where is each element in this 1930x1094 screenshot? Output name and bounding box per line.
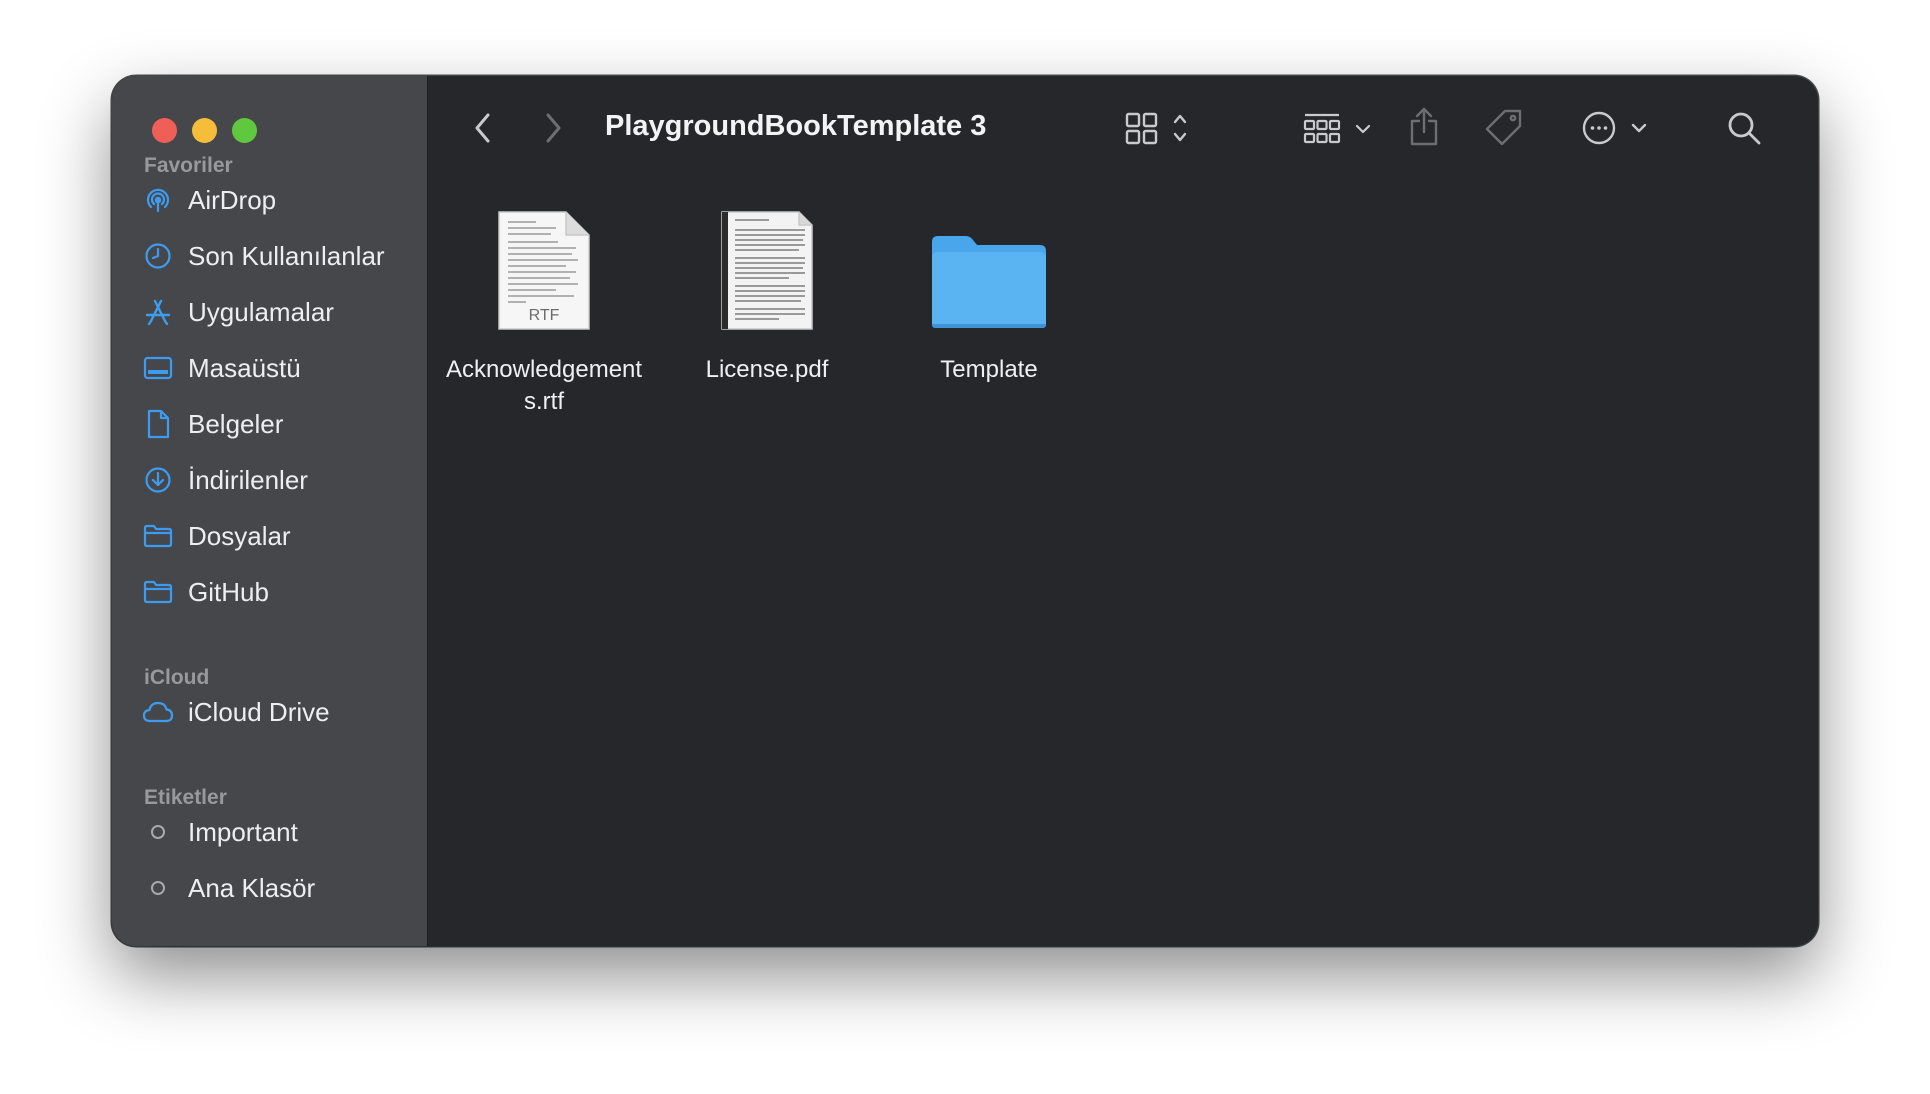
sidebar-item-desktop[interactable]: Masaüstü (142, 346, 422, 390)
toolbar: PlaygroundBookTemplate 3 (428, 76, 1818, 180)
sidebar-item-label: Son Kullanılanlar (188, 240, 385, 271)
folder-icon (884, 210, 1094, 332)
sidebar-item-label: İndirilenler (188, 464, 308, 495)
tag-icon (1485, 109, 1522, 146)
tag-circle-icon (142, 872, 174, 904)
file-name: Acknowledgements.rtf (445, 356, 643, 415)
sidebar-item-tag-important[interactable]: Important (142, 810, 422, 854)
group-button[interactable] (1302, 108, 1376, 148)
zoom-button[interactable] (232, 118, 257, 143)
clock-icon (142, 240, 174, 272)
sidebar-item-label: GitHub (188, 576, 269, 607)
group-icon (1303, 113, 1371, 144)
ellipsis-circle-icon (1582, 111, 1647, 145)
sidebar-item-downloads[interactable]: İndirilenler (142, 458, 422, 502)
svg-text:RTF: RTF (529, 307, 560, 324)
folder-icon (142, 576, 174, 608)
sidebar-item-github[interactable]: GitHub (142, 570, 422, 614)
close-button[interactable] (152, 118, 177, 143)
sidebar-item-recents[interactable]: Son Kullanılanlar (142, 234, 422, 278)
search-button[interactable] (1724, 108, 1764, 148)
section-title-favorites: Favoriler (144, 154, 233, 177)
section-title-tags: Etiketler (144, 786, 227, 809)
file-item-license[interactable]: License.pdf (662, 210, 872, 386)
share-icon (1410, 107, 1438, 146)
desktop-icon (142, 352, 174, 384)
sidebar-item-airdrop[interactable]: AirDrop (142, 178, 422, 222)
section-title-icloud: iCloud (144, 666, 210, 689)
document-icon (142, 408, 174, 440)
sidebar-item-label: Dosyalar (188, 520, 291, 551)
file-browser: PlaygroundBookTemplate 3 RTF Acknowledge… (428, 76, 1818, 946)
applications-icon (142, 296, 174, 328)
finder-window: Favoriler AirDrop Son Kullanılanlar Uygu… (112, 76, 1818, 946)
grid-view-icon (1125, 112, 1187, 145)
sidebar-item-tag-home[interactable]: Ana Klasör (142, 866, 422, 910)
minimize-button[interactable] (192, 118, 217, 143)
sidebar-item-label: Ana Klasör (188, 872, 316, 903)
file-item-template-folder[interactable]: Template (884, 210, 1094, 386)
more-actions-button[interactable] (1580, 108, 1658, 148)
airdrop-icon (142, 184, 174, 216)
sidebar-item-label: AirDrop (188, 184, 277, 215)
sidebar-item-label: iCloud Drive (188, 696, 330, 727)
sidebar-item-applications[interactable]: Uygulamalar (142, 290, 422, 334)
sidebar: Favoriler AirDrop Son Kullanılanlar Uygu… (112, 76, 428, 946)
forward-button[interactable] (536, 110, 570, 146)
window-title: PlaygroundBookTemplate 3 (605, 110, 987, 142)
share-button[interactable] (1404, 104, 1444, 150)
chevron-left-icon (475, 113, 490, 143)
sidebar-item-files[interactable]: Dosyalar (142, 514, 422, 558)
download-icon (142, 464, 174, 496)
file-item-acknowledgements[interactable]: RTF Acknowledgements.rtf (439, 210, 649, 418)
cloud-icon (142, 696, 174, 728)
sidebar-item-label: Masaüstü (188, 352, 301, 383)
window-controls (152, 118, 257, 143)
tag-circle-icon (142, 816, 174, 848)
tag-button[interactable] (1482, 106, 1526, 150)
file-name: Template (940, 356, 1038, 383)
folder-icon (142, 520, 174, 552)
view-mode-button[interactable] (1124, 108, 1200, 148)
sidebar-item-documents[interactable]: Belgeler (142, 402, 422, 446)
pdf-document-icon (662, 210, 872, 332)
search-icon (1728, 112, 1761, 145)
sidebar-item-icloud-drive[interactable]: iCloud Drive (142, 690, 422, 734)
sidebar-item-label: Important (188, 816, 298, 847)
sidebar-item-label: Belgeler (188, 408, 284, 439)
chevron-right-icon (546, 113, 561, 143)
sidebar-item-label: Uygulamalar (188, 296, 334, 327)
back-button[interactable] (466, 110, 500, 146)
rtf-document-icon: RTF (439, 210, 649, 332)
file-name: License.pdf (705, 356, 829, 383)
